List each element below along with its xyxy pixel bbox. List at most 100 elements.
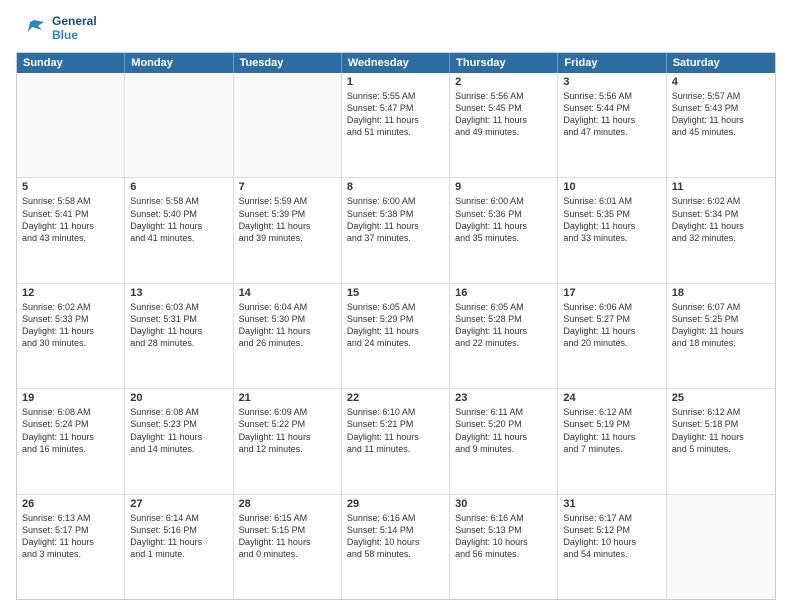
cal-cell: 1 Sunrise: 5:55 AMSunset: 5:47 PMDaylight…: [342, 73, 450, 177]
day-number: 8: [347, 181, 444, 193]
cal-cell: 27Sunrise: 6:14 AMSunset: 5:16 PMDayligh…: [125, 495, 233, 599]
day-number: 1: [347, 76, 444, 88]
cal-cell: 8 Sunrise: 6:00 AMSunset: 5:38 PMDaylight…: [342, 178, 450, 282]
cell-info: Sunrise: 6:06 AMSunset: 5:27 PMDaylight:…: [563, 301, 660, 350]
day-number: 22: [347, 392, 444, 404]
cell-info: Sunrise: 5:56 AMSunset: 5:45 PMDaylight:…: [455, 90, 552, 139]
cell-info: Sunrise: 6:04 AMSunset: 5:30 PMDaylight:…: [239, 301, 336, 350]
cal-cell: 11 Sunrise: 6:02 AMSunset: 5:34 PMDayligh…: [667, 178, 775, 282]
cell-info: Sunrise: 5:56 AMSunset: 5:44 PMDaylight:…: [563, 90, 660, 139]
cell-info: Sunrise: 6:16 AMSunset: 5:14 PMDaylight:…: [347, 512, 444, 561]
cell-info: Sunrise: 6:01 AMSunset: 5:35 PMDaylight:…: [563, 195, 660, 244]
logo-bird-icon: [16, 12, 48, 44]
calendar-body: 1 Sunrise: 5:55 AMSunset: 5:47 PMDaylight…: [17, 73, 775, 599]
page: General Blue SundayMondayTuesdayWednesda…: [0, 0, 792, 612]
cal-header-day: Monday: [125, 53, 233, 73]
cell-info: Sunrise: 6:03 AMSunset: 5:31 PMDaylight:…: [130, 301, 227, 350]
cal-cell: 22Sunrise: 6:10 AMSunset: 5:21 PMDayligh…: [342, 389, 450, 493]
cell-info: Sunrise: 5:55 AMSunset: 5:47 PMDaylight:…: [347, 90, 444, 139]
day-number: 23: [455, 392, 552, 404]
day-number: 3: [563, 76, 660, 88]
cal-cell: 17 Sunrise: 6:06 AMSunset: 5:27 PMDayligh…: [558, 284, 666, 388]
header: General Blue: [16, 12, 776, 44]
cell-info: Sunrise: 6:13 AMSunset: 5:17 PMDaylight:…: [22, 512, 119, 561]
cal-cell: 15 Sunrise: 6:05 AMSunset: 5:29 PMDayligh…: [342, 284, 450, 388]
cell-info: Sunrise: 5:59 AMSunset: 5:39 PMDaylight:…: [239, 195, 336, 244]
cal-cell: 9 Sunrise: 6:00 AMSunset: 5:36 PMDaylight…: [450, 178, 558, 282]
cal-header-day: Friday: [558, 53, 666, 73]
cell-info: Sunrise: 6:00 AMSunset: 5:36 PMDaylight:…: [455, 195, 552, 244]
day-number: 30: [455, 498, 552, 510]
day-number: 4: [672, 76, 770, 88]
cell-info: Sunrise: 6:07 AMSunset: 5:25 PMDaylight:…: [672, 301, 770, 350]
cal-cell: 2Sunrise: 5:56 AMSunset: 5:45 PMDaylight…: [450, 73, 558, 177]
cell-info: Sunrise: 6:17 AMSunset: 5:12 PMDaylight:…: [563, 512, 660, 561]
cal-cell: 13Sunrise: 6:03 AMSunset: 5:31 PMDayligh…: [125, 284, 233, 388]
cal-cell: 25Sunrise: 6:12 AMSunset: 5:18 PMDayligh…: [667, 389, 775, 493]
day-number: 11: [672, 181, 770, 193]
day-number: 14: [239, 287, 336, 299]
cal-cell: 10Sunrise: 6:01 AMSunset: 5:35 PMDayligh…: [558, 178, 666, 282]
day-number: 7: [239, 181, 336, 193]
day-number: 5: [22, 181, 119, 193]
cal-header-day: Tuesday: [234, 53, 342, 73]
cal-cell: 18 Sunrise: 6:07 AMSunset: 5:25 PMDayligh…: [667, 284, 775, 388]
day-number: 18: [672, 287, 770, 299]
cell-info: Sunrise: 6:16 AMSunset: 5:13 PMDaylight:…: [455, 512, 552, 561]
cell-info: Sunrise: 5:57 AMSunset: 5:43 PMDaylight:…: [672, 90, 770, 139]
day-number: 17: [563, 287, 660, 299]
cal-row: 26 Sunrise: 6:13 AMSunset: 5:17 PMDayligh…: [17, 495, 775, 599]
cal-cell: [667, 495, 775, 599]
cal-cell: 24 Sunrise: 6:12 AMSunset: 5:19 PMDayligh…: [558, 389, 666, 493]
day-number: 24: [563, 392, 660, 404]
cell-info: Sunrise: 6:12 AMSunset: 5:19 PMDaylight:…: [563, 406, 660, 455]
cal-cell: 3 Sunrise: 5:56 AMSunset: 5:44 PMDaylight…: [558, 73, 666, 177]
cell-info: Sunrise: 6:08 AMSunset: 5:24 PMDaylight:…: [22, 406, 119, 455]
cal-row: 1 Sunrise: 5:55 AMSunset: 5:47 PMDaylight…: [17, 73, 775, 178]
cell-info: Sunrise: 6:05 AMSunset: 5:28 PMDaylight:…: [455, 301, 552, 350]
cal-row: 12Sunrise: 6:02 AMSunset: 5:33 PMDayligh…: [17, 284, 775, 389]
cal-cell: [17, 73, 125, 177]
day-number: 15: [347, 287, 444, 299]
day-number: 20: [130, 392, 227, 404]
cell-info: Sunrise: 6:08 AMSunset: 5:23 PMDaylight:…: [130, 406, 227, 455]
cal-header-day: Saturday: [667, 53, 775, 73]
cal-cell: 5 Sunrise: 5:58 AMSunset: 5:41 PMDaylight…: [17, 178, 125, 282]
cal-header-day: Sunday: [17, 53, 125, 73]
cal-cell: 19 Sunrise: 6:08 AMSunset: 5:24 PMDayligh…: [17, 389, 125, 493]
day-number: 25: [672, 392, 770, 404]
cell-info: Sunrise: 6:15 AMSunset: 5:15 PMDaylight:…: [239, 512, 336, 561]
day-number: 26: [22, 498, 119, 510]
calendar-header: SundayMondayTuesdayWednesdayThursdayFrid…: [17, 53, 775, 73]
cal-cell: 31 Sunrise: 6:17 AMSunset: 5:12 PMDayligh…: [558, 495, 666, 599]
cell-info: Sunrise: 6:11 AMSunset: 5:20 PMDaylight:…: [455, 406, 552, 455]
cal-cell: 4 Sunrise: 5:57 AMSunset: 5:43 PMDaylight…: [667, 73, 775, 177]
day-number: 31: [563, 498, 660, 510]
cal-cell: [234, 73, 342, 177]
day-number: 28: [239, 498, 336, 510]
cal-cell: 26 Sunrise: 6:13 AMSunset: 5:17 PMDayligh…: [17, 495, 125, 599]
day-number: 16: [455, 287, 552, 299]
cell-info: Sunrise: 6:05 AMSunset: 5:29 PMDaylight:…: [347, 301, 444, 350]
logo-text-general: General: [52, 14, 97, 28]
day-number: 19: [22, 392, 119, 404]
cal-row: 5 Sunrise: 5:58 AMSunset: 5:41 PMDaylight…: [17, 178, 775, 283]
cal-header-day: Thursday: [450, 53, 558, 73]
cal-cell: 28 Sunrise: 6:15 AMSunset: 5:15 PMDayligh…: [234, 495, 342, 599]
cal-cell: 14 Sunrise: 6:04 AMSunset: 5:30 PMDayligh…: [234, 284, 342, 388]
cal-cell: 20 Sunrise: 6:08 AMSunset: 5:23 PMDayligh…: [125, 389, 233, 493]
calendar: SundayMondayTuesdayWednesdayThursdayFrid…: [16, 52, 776, 600]
cal-cell: 16 Sunrise: 6:05 AMSunset: 5:28 PMDayligh…: [450, 284, 558, 388]
logo-text-blue: Blue: [52, 28, 97, 42]
cal-cell: 7 Sunrise: 5:59 AMSunset: 5:39 PMDaylight…: [234, 178, 342, 282]
cell-info: Sunrise: 5:58 AMSunset: 5:41 PMDaylight:…: [22, 195, 119, 244]
day-number: 29: [347, 498, 444, 510]
day-number: 9: [455, 181, 552, 193]
cal-cell: 12Sunrise: 6:02 AMSunset: 5:33 PMDayligh…: [17, 284, 125, 388]
cell-info: Sunrise: 6:09 AMSunset: 5:22 PMDaylight:…: [239, 406, 336, 455]
cell-info: Sunrise: 6:02 AMSunset: 5:34 PMDaylight:…: [672, 195, 770, 244]
cell-info: Sunrise: 6:00 AMSunset: 5:38 PMDaylight:…: [347, 195, 444, 244]
logo: General Blue: [16, 12, 97, 44]
day-number: 12: [22, 287, 119, 299]
day-number: 21: [239, 392, 336, 404]
